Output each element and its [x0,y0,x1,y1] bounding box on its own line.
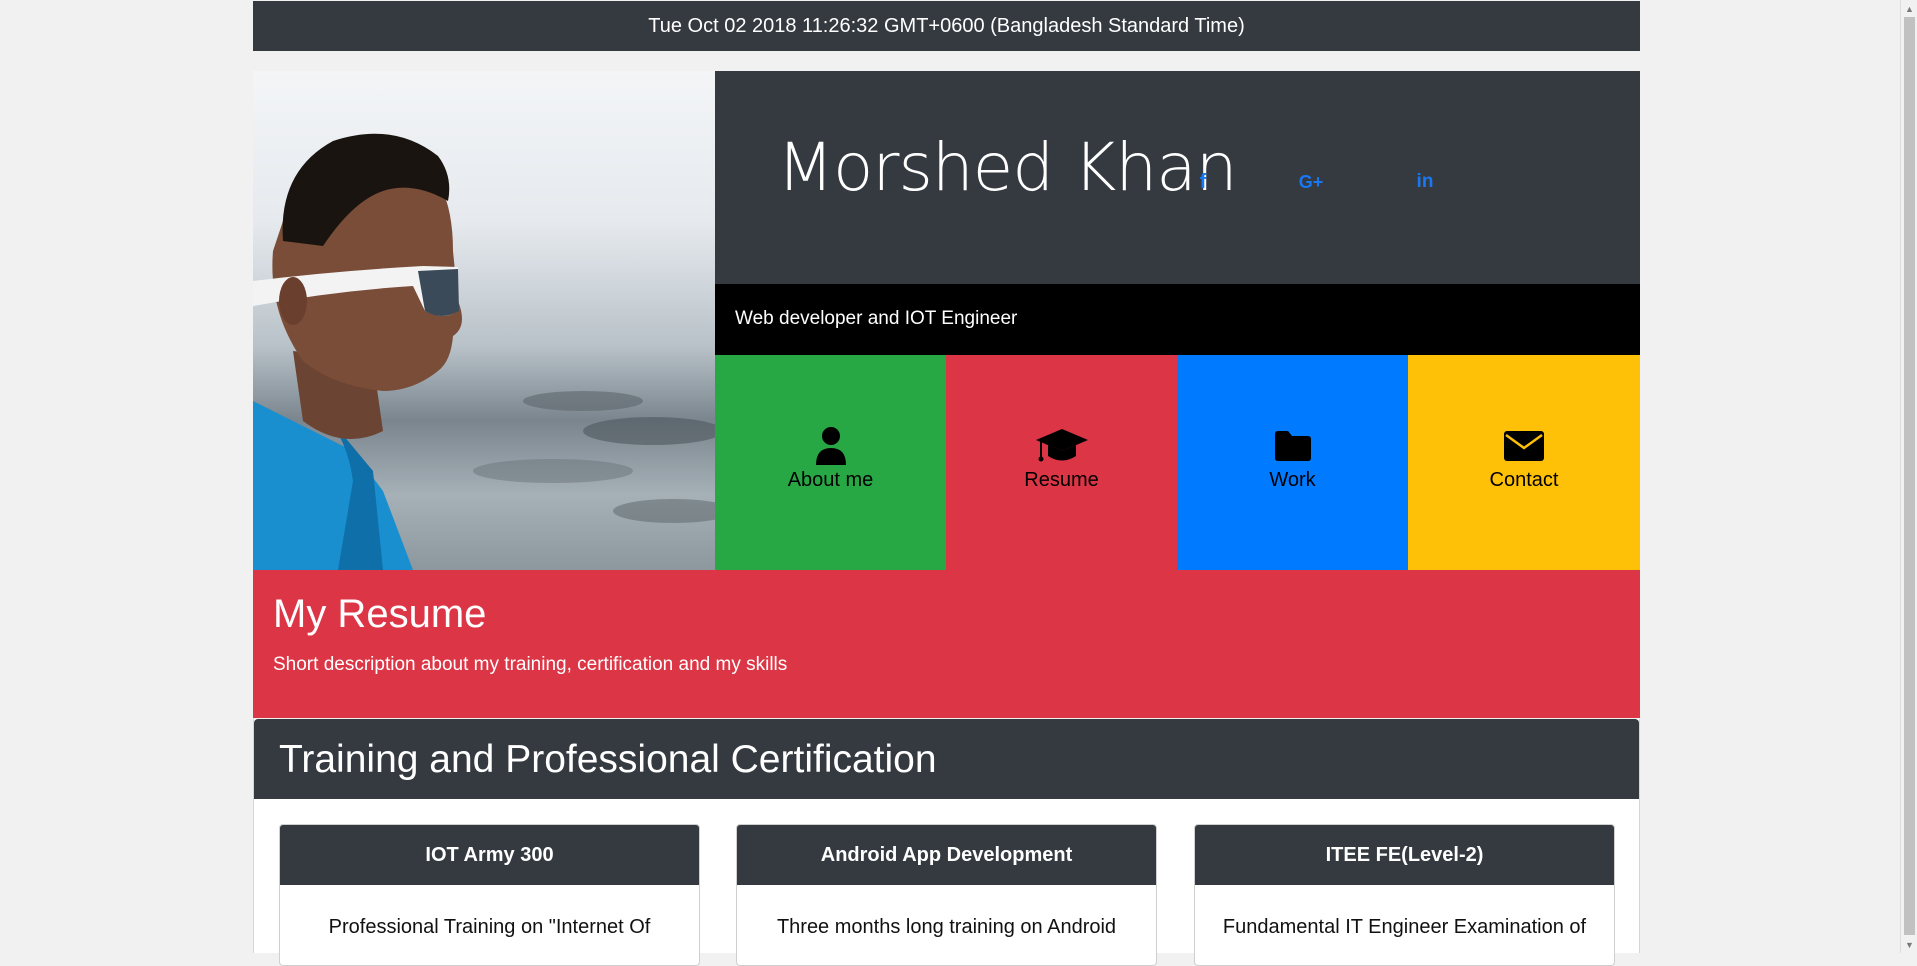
datetime-text: Tue Oct 02 2018 11:26:32 GMT+0600 (Bangl… [648,14,1245,37]
folder-icon [1274,427,1312,465]
envelope-icon [1503,427,1545,465]
resume-header: My Resume Short description about my tra… [253,570,1640,718]
scroll-up-icon[interactable]: ▲ [1901,0,1917,17]
tagline-text: Web developer and IOT Engineer [735,308,1018,329]
tagline-bar: Web developer and IOT Engineer [715,284,1640,355]
google-plus-icon[interactable]: G+ [1296,167,1326,197]
nav-tile-label: About me [787,469,874,491]
facebook-icon[interactable]: f [1188,167,1218,197]
scroll-down-icon[interactable]: ▼ [1901,936,1917,953]
certification-card: ITEE FE(Level-2) Fundamental IT Engineer… [1194,824,1615,966]
nav-tile-label: Resume [1024,469,1099,491]
nav-tile-work[interactable]: Work [1177,355,1408,570]
user-icon [815,427,847,465]
resume-subtitle: Short description about my training, cer… [273,654,788,675]
graduation-cap-icon [1035,427,1089,465]
certification-section: Training and Professional Certification … [253,719,1640,966]
linkedin-icon[interactable]: in [1410,167,1440,197]
name-panel: Morshed Khan f G+ in [715,71,1640,284]
card-text: Fundamental IT Engineer Examination of [1222,916,1587,938]
hero-section: Morshed Khan f G+ in Web developer and I… [253,71,1640,570]
datetime-bar: Tue Oct 02 2018 11:26:32 GMT+0600 (Bangl… [253,1,1640,51]
card-title: IOT Army 300 [280,825,699,885]
certification-card: Android App Development Three months lon… [736,824,1157,966]
certification-card: IOT Army 300 Professional Training on "I… [279,824,700,966]
card-title: ITEE FE(Level-2) [1195,825,1614,885]
nav-tile-about[interactable]: About me [715,355,946,570]
profile-photo [253,71,715,570]
nav-tile-label: Contact [1489,469,1559,491]
card-text: Three months long training on Android [776,916,1117,938]
nav-tile-resume[interactable]: Resume [946,355,1177,570]
certification-title: Training and Professional Certification [279,738,937,781]
card-text: Professional Training on "Internet Of [328,916,651,938]
certification-header: Training and Professional Certification [254,719,1639,799]
profile-name: Morshed Khan [777,129,1238,206]
nav-tile-label: Work [1269,469,1316,491]
resume-title: My Resume [273,592,487,636]
nav-tile-contact[interactable]: Contact [1408,355,1640,570]
scrollbar-thumb[interactable] [1904,17,1915,935]
card-title: Android App Development [737,825,1156,885]
vertical-scrollbar[interactable]: ▲ ▼ [1900,0,1917,953]
